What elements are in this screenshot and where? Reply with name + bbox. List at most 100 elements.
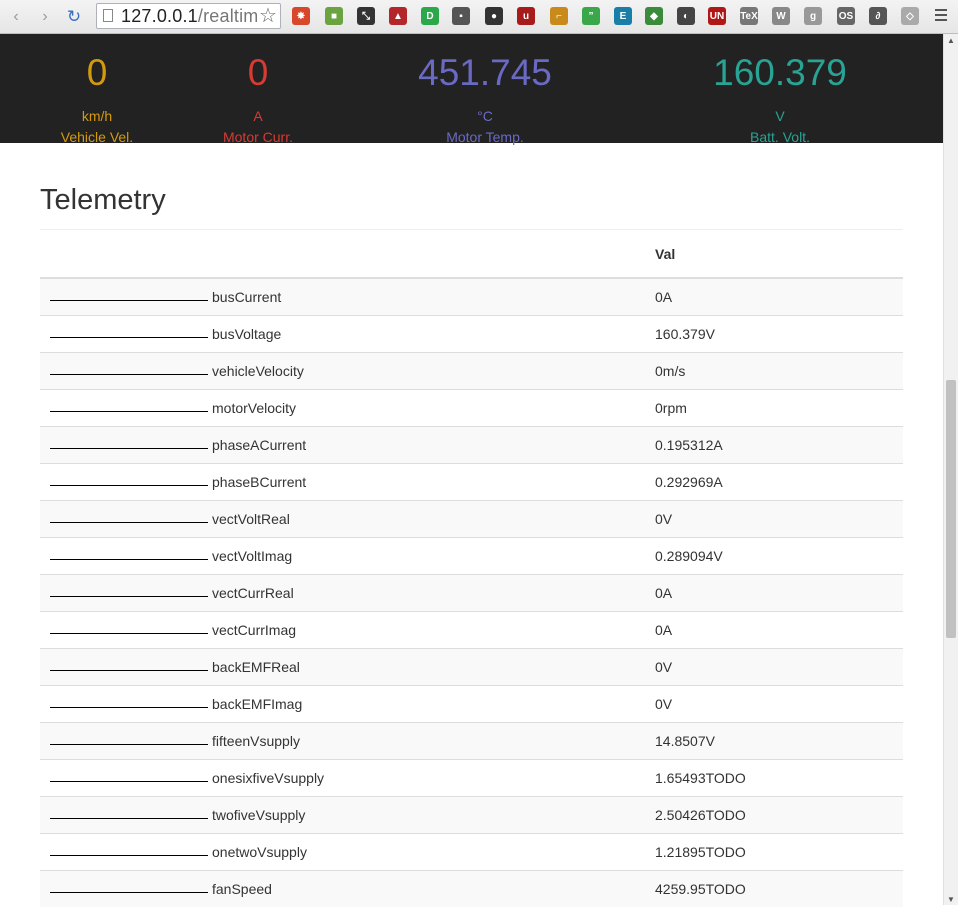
scroll-up-arrow-icon[interactable]: ▲ <box>947 36 955 45</box>
signal-name: phaseACurrent <box>212 437 306 453</box>
signal-value: 0m/s <box>655 353 903 390</box>
signal-value: 0.289094V <box>655 538 903 575</box>
extension-couch-icon[interactable]: ▲ <box>389 7 407 25</box>
table-row: onesixfiveVsupply1.65493TODO <box>40 760 903 797</box>
extension-grey-icon[interactable]: g <box>804 7 822 25</box>
sparkline <box>50 855 208 856</box>
extension-glasses-icon[interactable]: ● <box>485 7 503 25</box>
signal-name-cell: busVoltage <box>40 316 655 353</box>
signal-value: 1.65493TODO <box>655 760 903 797</box>
signal-name: phaseBCurrent <box>212 474 306 490</box>
extension-box-icon[interactable]: ■ <box>325 7 343 25</box>
table-row: backEMFImag0V <box>40 686 903 723</box>
table-row: fifteenVsupply14.8507V <box>40 723 903 760</box>
extension-tool-icon[interactable]: ⌐ <box>550 7 568 25</box>
dashboard-header: 0 km/h Vehicle Vel. 0 A Motor Curr. 451.… <box>0 34 943 143</box>
table-row: backEMFReal 0V <box>40 649 903 686</box>
signal-value: 0rpm <box>655 390 903 427</box>
sparkline <box>50 596 208 597</box>
url-text[interactable]: 127.0.0.1/realtim <box>121 6 257 27</box>
signal-name-cell: vehicleVelocity <box>40 353 655 390</box>
sparkline <box>50 670 208 671</box>
sparkline <box>50 818 208 819</box>
extension-e-icon[interactable]: E <box>614 7 632 25</box>
extension-swirl-icon[interactable]: ∂ <box>869 7 887 25</box>
table-row: onetwoVsupply1.21895TODO <box>40 834 903 871</box>
signal-name: backEMFReal <box>212 659 300 675</box>
gauge-motor-temp: 451.745 °C Motor Temp. <box>405 34 565 145</box>
signal-name: vectCurrImag <box>212 622 296 638</box>
extension-ublock-icon[interactable]: u <box>517 7 535 25</box>
scroll-down-arrow-icon[interactable]: ▼ <box>947 895 955 904</box>
page-title: Telemetry <box>40 184 903 217</box>
signal-name: fanSpeed <box>212 881 272 897</box>
table-row: phaseBCurrent0.292969A <box>40 464 903 501</box>
column-header-name <box>40 230 655 278</box>
signal-value: 0V <box>655 686 903 723</box>
gauge-battery-voltage: 160.379 V Batt. Volt. <box>700 34 860 145</box>
table-row: vectVoltImag0.289094V <box>40 538 903 575</box>
telemetry-table: Val busCurrent 0A busVoltage 160.379V vehicl… <box>40 230 903 907</box>
extension-mask-icon[interactable]: ◐ <box>677 7 695 25</box>
extension-share-icon[interactable]: ◆ <box>645 7 663 25</box>
table-row: vectVoltReal0V <box>40 501 903 538</box>
signal-name: vehicleVelocity <box>212 363 304 379</box>
bookmark-star-icon[interactable]: ☆ <box>259 3 277 28</box>
sparkline <box>50 707 208 708</box>
signal-name-cell: fanSpeed <box>40 871 655 907</box>
signal-value: 0.195312A <box>655 427 903 464</box>
signal-name-cell: backEMFImag <box>40 686 655 723</box>
signal-value: 1.21895TODO <box>655 834 903 871</box>
signal-name-cell: phaseBCurrent <box>40 464 655 501</box>
main-content: Telemetry Val busCurrent 0A busVoltage 160.… <box>40 143 903 907</box>
signal-value: 160.379V <box>655 316 903 353</box>
signal-name-cell: vectVoltReal <box>40 501 655 538</box>
menu-icon[interactable] <box>935 6 947 24</box>
gauge-unit: A <box>208 108 308 124</box>
gauge-unit: V <box>700 108 860 124</box>
gauge-unit: °C <box>405 108 565 124</box>
page-icon <box>103 9 113 22</box>
sparkline <box>50 781 208 782</box>
extension-os-icon[interactable]: OS <box>837 7 855 25</box>
signal-value: 0A <box>655 278 903 316</box>
signal-name: twofiveVsupply <box>212 807 305 823</box>
sparkline <box>50 411 208 412</box>
extension-shield-icon[interactable]: ◇ <box>901 7 919 25</box>
address-bar[interactable]: 127.0.0.1/realtim <box>96 3 281 29</box>
extension-arrows-icon[interactable]: ⤡ <box>357 7 375 25</box>
signal-name-cell: onesixfiveVsupply <box>40 760 655 797</box>
extension-quote-icon[interactable]: ” <box>582 7 600 25</box>
signal-value: 14.8507V <box>655 723 903 760</box>
signal-name-cell: busCurrent <box>40 278 655 316</box>
scrollbar-thumb[interactable] <box>946 380 956 638</box>
signal-name: busCurrent <box>212 289 281 305</box>
sparkline <box>50 485 208 486</box>
extension-plug-icon[interactable]: ▪ <box>452 7 470 25</box>
column-header-val: Val <box>655 230 903 278</box>
extension-burst-icon[interactable]: ✸ <box>292 7 310 25</box>
back-icon[interactable]: ‹ <box>5 6 27 28</box>
gauge-vehicle-velocity: 0 km/h Vehicle Vel. <box>47 34 147 145</box>
table-row: motorVelocity0rpm <box>40 390 903 427</box>
signal-value: 0V <box>655 649 903 686</box>
extension-world-icon[interactable]: W <box>772 7 790 25</box>
table-row: fanSpeed 4259.95TODO <box>40 871 903 907</box>
gauge-value: 160.379 <box>700 54 860 91</box>
extension-un-icon[interactable]: UN <box>708 7 726 25</box>
signal-name-cell: backEMFReal <box>40 649 655 686</box>
forward-icon[interactable]: › <box>34 6 56 28</box>
signal-value: 4259.95TODO <box>655 871 903 907</box>
signal-name-cell: twofiveVsupply <box>40 797 655 834</box>
page-scrollbar[interactable]: ▲ ▼ <box>943 34 958 905</box>
signal-name-cell: phaseACurrent <box>40 427 655 464</box>
gauge-motor-current: 0 A Motor Curr. <box>208 34 308 145</box>
extension-tex-icon[interactable]: TeX <box>740 7 758 25</box>
reload-icon[interactable]: ↻ <box>63 6 85 28</box>
signal-value: 0A <box>655 575 903 612</box>
signal-value: 2.50426TODO <box>655 797 903 834</box>
table-row: phaseACurrent 0.195312A <box>40 427 903 464</box>
signal-name: busVoltage <box>212 326 281 342</box>
sparkline <box>50 448 208 449</box>
extension-d-icon[interactable]: D <box>421 7 439 25</box>
